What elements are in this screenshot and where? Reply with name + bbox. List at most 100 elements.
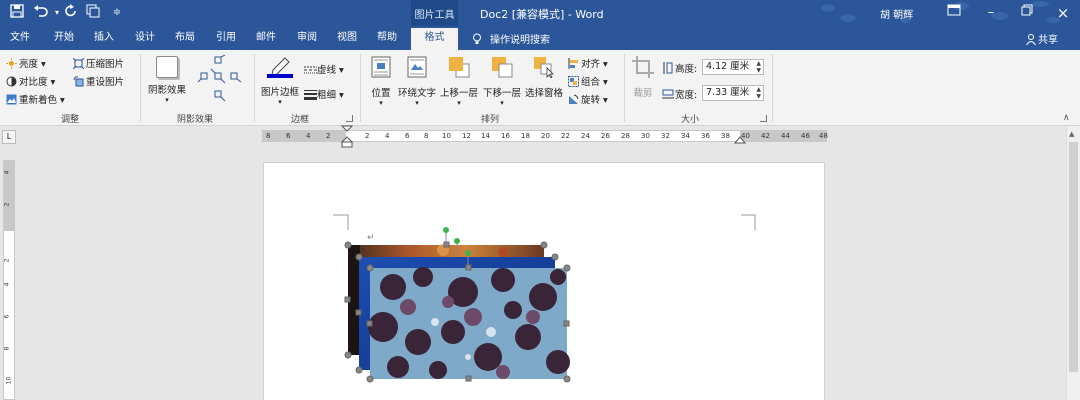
margin-corner-mark: [741, 214, 756, 230]
tab-format[interactable]: 格式: [411, 28, 458, 50]
customize-icon[interactable]: ≑: [108, 4, 126, 22]
crop-button[interactable]: 裁剪: [628, 56, 658, 99]
vertical-scrollbar[interactable]: ▲: [1066, 126, 1080, 400]
wrap-text-button[interactable]: 环绕文字 ▾: [397, 56, 437, 107]
height-input[interactable]: 4.12 厘米 ▲ ▼: [702, 59, 764, 75]
height-label-text: 高度:: [675, 64, 698, 75]
minimize-icon[interactable]: –: [982, 4, 1000, 22]
tab-review[interactable]: 审阅: [293, 30, 321, 50]
tab-view[interactable]: 视图: [333, 30, 361, 50]
ribbon-display-icon[interactable]: [945, 4, 963, 22]
right-indent-marker-icon[interactable]: [734, 135, 746, 145]
margin-corner-mark: [333, 214, 349, 230]
brightness-button[interactable]: 亮度 ▾: [6, 56, 46, 70]
group-separator: [254, 54, 255, 122]
spinner-arrows-icon[interactable]: ▲ ▼: [756, 60, 761, 74]
ruler-number: 4: [306, 132, 311, 140]
ruler-number: 4: [3, 170, 11, 175]
group-label-size: 大小: [680, 115, 699, 125]
ruler-number: 16: [501, 132, 510, 140]
ruler-number: 24: [581, 132, 590, 140]
align-label: 对齐: [581, 59, 601, 70]
document-title: Doc2 [兼容模式] - Word: [480, 8, 604, 21]
dashes-button[interactable]: 虚线 ▾: [304, 62, 344, 76]
tab-design[interactable]: 设计: [131, 30, 159, 50]
bring-forward-button[interactable]: 上移一层 ▾: [438, 56, 480, 107]
ruler-number: 2: [326, 132, 331, 140]
rotate-label: 旋转: [581, 95, 601, 106]
height-value: 4.12 厘米: [706, 61, 750, 72]
border-dialog-launcher-icon[interactable]: [346, 115, 353, 122]
tab-selector-label: L: [6, 132, 12, 141]
wrap-text-label: 环绕文字: [397, 88, 436, 99]
nudge-shadow-up-icon[interactable]: [197, 54, 243, 106]
redo-icon[interactable]: [62, 4, 80, 22]
ruler-number: 8: [266, 132, 271, 140]
group-label-border: 边框: [290, 115, 309, 125]
chevron-down-icon: ▾: [457, 99, 461, 107]
shadow-effects-label: 阴影效果: [147, 85, 186, 96]
dashes-icon: [304, 64, 317, 75]
contrast-label: 对比度: [19, 77, 48, 88]
weight-button[interactable]: 粗细 ▾: [304, 87, 344, 101]
position-button[interactable]: 位置 ▾: [366, 56, 396, 107]
restore-icon[interactable]: [1018, 4, 1036, 22]
ruler-number: 8: [3, 346, 11, 351]
size-dialog-launcher-icon[interactable]: [760, 115, 767, 122]
width-icon: [662, 89, 674, 100]
tell-me-search[interactable]: 操作说明搜索: [472, 31, 550, 46]
save-icon[interactable]: [8, 4, 26, 22]
width-label-text: 宽度:: [675, 90, 698, 101]
group-objects-button[interactable]: 组合 ▾: [568, 74, 608, 88]
scrollbar-thumb[interactable]: [1069, 142, 1078, 372]
crop-label: 裁剪: [633, 88, 653, 99]
picture-leaves[interactable]: [368, 267, 570, 379]
align-button[interactable]: 对齐 ▾: [568, 56, 608, 70]
shadow-effects-button[interactable]: 阴影效果 ▾: [146, 56, 188, 104]
user-name[interactable]: 胡 朝辉: [880, 6, 913, 21]
group-label-shadow: 阴影效果: [176, 115, 213, 125]
picture-border-label: 图片边框: [260, 87, 299, 98]
recolor-icon: [6, 94, 17, 105]
picture-border-button[interactable]: 图片边框 ▾: [259, 56, 301, 106]
tab-insert[interactable]: 插入: [90, 30, 118, 50]
ruler-number: 4: [385, 132, 390, 140]
close-icon[interactable]: ×: [1054, 4, 1072, 22]
tab-selector[interactable]: L: [2, 130, 16, 144]
collapse-ribbon-icon[interactable]: ∧: [1063, 113, 1070, 123]
width-label: 宽度:: [662, 87, 697, 101]
indent-markers-icon[interactable]: [341, 125, 353, 149]
ruler-number: 10: [5, 376, 13, 385]
send-backward-label: 下移一层: [482, 88, 521, 99]
tab-layout[interactable]: 布局: [171, 30, 199, 50]
width-input[interactable]: 7.33 厘米 ▲ ▼: [702, 85, 764, 101]
share-button[interactable]: 共享: [1026, 31, 1058, 46]
ruler-number: 26: [601, 132, 610, 140]
reset-picture-button[interactable]: 重设图片: [73, 74, 124, 88]
lightbulb-icon: [473, 33, 481, 44]
selection-pane-label: 选择窗格: [524, 88, 563, 99]
tab-references[interactable]: 引用: [212, 30, 240, 50]
rotate-button[interactable]: 旋转 ▾: [568, 92, 608, 106]
group-separator: [624, 54, 625, 122]
chevron-down-icon: ▾: [500, 99, 504, 107]
touch-mode-icon[interactable]: [84, 4, 102, 22]
send-backward-button[interactable]: 下移一层 ▾: [481, 56, 523, 107]
tab-file[interactable]: 文件: [6, 30, 34, 50]
compress-pictures-button[interactable]: 压缩图片: [72, 56, 124, 70]
scroll-up-icon[interactable]: ▲: [1069, 130, 1074, 138]
tab-home[interactable]: 开始: [50, 30, 78, 50]
chevron-down-icon: ▾: [278, 98, 282, 106]
spinner-arrows-icon[interactable]: ▲ ▼: [756, 86, 761, 100]
document-canvas: ↵: [333, 214, 756, 383]
selection-pane-icon: [534, 57, 554, 79]
recolor-button[interactable]: 重新着色 ▾: [6, 92, 65, 106]
ruler-number: 4: [3, 282, 11, 287]
height-label: 高度:: [662, 61, 697, 75]
tab-mailings[interactable]: 邮件: [252, 30, 280, 50]
contrast-button[interactable]: 对比度 ▾: [6, 74, 55, 88]
tab-help[interactable]: 帮助: [373, 30, 401, 50]
chevron-down-icon: ▾: [165, 96, 169, 104]
vertical-ruler[interactable]: 4 2 2 4 6 8 10: [3, 160, 15, 400]
selection-pane-button[interactable]: 选择窗格: [524, 56, 564, 99]
